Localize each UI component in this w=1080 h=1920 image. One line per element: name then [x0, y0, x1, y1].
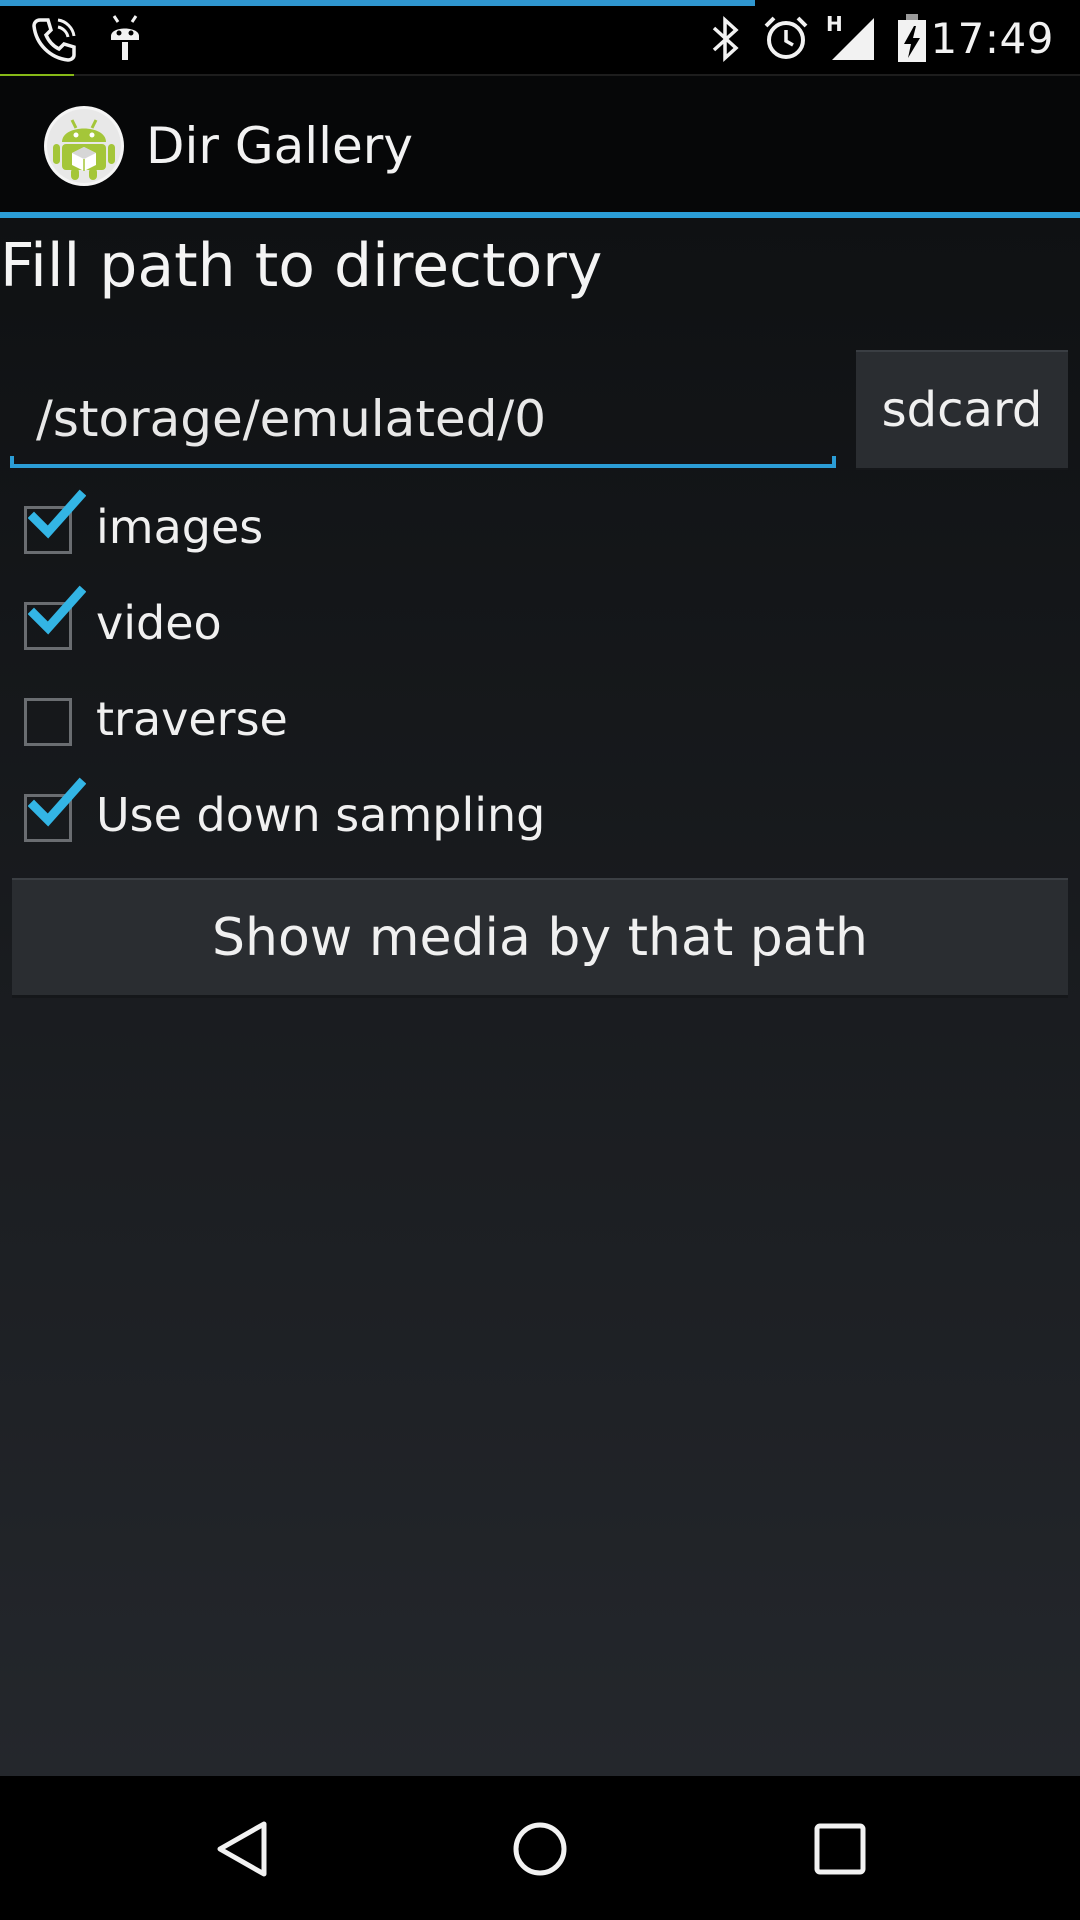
network-type-label: H	[826, 12, 843, 36]
checkmark-icon	[27, 776, 87, 834]
path-input-underline-left-tick	[10, 456, 14, 468]
checkbox-label: images	[96, 500, 264, 554]
checkbox-label: Use down sampling	[96, 788, 546, 842]
android-app-icon[interactable]	[42, 104, 126, 188]
notification-progress-bar	[0, 0, 755, 6]
path-input-value: /storage/emulated/0	[36, 390, 547, 448]
navigation-bar	[0, 1776, 1080, 1920]
page-heading: Fill path to directory	[0, 231, 603, 301]
sdcard-button[interactable]: sdcard	[856, 350, 1068, 470]
checkbox-label: traverse	[96, 692, 288, 746]
status-time: 17:49	[930, 14, 1054, 63]
main-content: Fill path to directory /storage/emulated…	[0, 218, 1080, 1776]
checkbox-label: video	[96, 596, 222, 650]
checkmark-icon	[27, 488, 87, 546]
screen: H 17:49 Dir Gallery Fill path to directo…	[0, 0, 1080, 1920]
checkmark-icon	[27, 584, 87, 642]
show-media-button[interactable]: Show media by that path	[12, 878, 1068, 998]
checkbox-video[interactable]: video	[24, 585, 1024, 662]
checkbox-box[interactable]	[24, 698, 72, 746]
alarm-icon	[762, 14, 810, 66]
bluetooth-icon	[710, 16, 742, 66]
phone-icon	[28, 14, 80, 70]
path-input[interactable]: /storage/emulated/0	[10, 314, 836, 468]
checkbox-images[interactable]: images	[24, 489, 1024, 566]
path-input-underline	[10, 464, 836, 468]
checkbox-use-down-sampling[interactable]: Use down sampling	[24, 777, 1024, 854]
back-icon[interactable]	[206, 1814, 276, 1884]
app-title: Dir Gallery	[146, 117, 413, 175]
battery-icon	[896, 12, 928, 68]
recents-icon[interactable]	[805, 1814, 875, 1884]
status-bar: H 17:49	[0, 0, 1080, 80]
path-input-underline-right-tick	[832, 456, 836, 468]
android-debug-icon	[106, 14, 144, 66]
home-icon[interactable]	[505, 1814, 575, 1884]
checkbox-traverse[interactable]: traverse	[24, 688, 1024, 758]
